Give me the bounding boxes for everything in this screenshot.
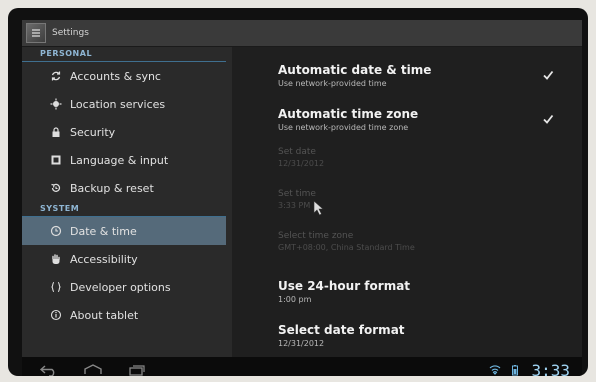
sidebar-item-label: Accounts & sync	[70, 69, 161, 83]
setting-summary: Use network-provided time zone	[278, 123, 409, 132]
mouse-pointer-icon	[313, 200, 324, 216]
setting-title: Use 24-hour format	[278, 279, 411, 293]
back-icon	[39, 365, 55, 376]
action-bar: Settings	[22, 20, 582, 47]
setting-summary: Use network-provided time	[278, 79, 387, 88]
setting-title: Set time	[278, 189, 316, 199]
back-button[interactable]	[32, 360, 66, 376]
settings-app-icon[interactable]	[26, 23, 46, 43]
date-time-settings-panel: Automatic date & time Use network-provid…	[232, 47, 582, 357]
wifi-icon	[490, 365, 501, 375]
sync-icon	[48, 68, 64, 84]
personal-section-header: PERSONAL	[22, 47, 226, 62]
automatic-date-time-checkbox[interactable]	[542, 69, 554, 81]
setting-summary: 12/31/2012	[278, 159, 325, 168]
automatic-time-zone-checkbox[interactable]	[542, 113, 554, 125]
system-section-header: SYSTEM	[22, 202, 226, 217]
recent-apps-button[interactable]	[120, 360, 154, 376]
sidebar-item-label: Accessibility	[70, 252, 138, 266]
sidebar-item-label: Location services	[70, 97, 166, 111]
recent-apps-icon	[129, 365, 145, 376]
sidebar-item-label: About tablet	[70, 308, 139, 322]
setting-summary: 1:00 pm	[278, 295, 312, 304]
sidebar-item-language-input[interactable]: Language & input	[22, 146, 232, 174]
setting-title: Select date format	[278, 323, 405, 337]
tablet-screen: Settings PERSONAL Accounts & sync Locati…	[8, 8, 588, 376]
info-icon	[48, 307, 64, 323]
sidebar-item-location-services[interactable]: Location services	[22, 90, 232, 118]
system-navigation-bar: 3:33	[22, 357, 582, 376]
setting-title: Select time zone	[278, 231, 354, 241]
hand-icon	[48, 251, 64, 267]
language-icon	[48, 152, 64, 168]
window-title: Settings	[52, 28, 89, 38]
setting-summary: GMT+08:00, China Standard Time	[278, 243, 415, 252]
sidebar-item-security[interactable]: Security	[22, 118, 232, 146]
setting-select-date-format[interactable]: Select date format 12/31/2012	[278, 323, 558, 348]
braces-icon	[48, 279, 64, 295]
lock-icon	[48, 124, 64, 140]
setting-automatic-date-time[interactable]: Automatic date & time Use network-provid…	[278, 63, 558, 88]
setting-title: Automatic time zone	[278, 107, 419, 121]
sidebar-item-accounts-sync[interactable]: Accounts & sync	[22, 62, 232, 90]
status-area[interactable]: 3:33	[481, 360, 570, 377]
setting-select-time-zone: Select time zone GMT+08:00, China Standa…	[278, 231, 558, 252]
settings-sidebar: PERSONAL Accounts & sync Location servic…	[22, 47, 232, 357]
sidebar-item-label: Backup & reset	[70, 181, 154, 195]
setting-set-date: Set date 12/31/2012	[278, 147, 558, 168]
sidebar-item-accessibility[interactable]: Accessibility	[22, 245, 232, 273]
status-clock: 3:33	[531, 360, 570, 377]
home-button[interactable]	[76, 360, 110, 376]
location-icon	[48, 96, 64, 112]
sidebar-item-backup-reset[interactable]: Backup & reset	[22, 174, 232, 202]
sidebar-item-label: Language & input	[70, 153, 169, 167]
clock-icon	[48, 223, 64, 239]
sidebar-item-date-time[interactable]: Date & time	[22, 217, 226, 245]
sidebar-item-about-tablet[interactable]: About tablet	[22, 301, 232, 329]
sidebar-item-label: Date & time	[70, 224, 137, 238]
sidebar-item-label: Developer options	[70, 280, 171, 294]
sidebar-item-label: Security	[70, 125, 116, 139]
backup-icon	[48, 180, 64, 196]
setting-use-24-hour-format[interactable]: Use 24-hour format 1:00 pm	[278, 279, 558, 304]
setting-title: Automatic date & time	[278, 63, 432, 77]
home-icon	[84, 364, 102, 374]
sidebar-item-developer-options[interactable]: Developer options	[22, 273, 232, 301]
setting-title: Set date	[278, 147, 316, 157]
battery-icon	[512, 365, 519, 376]
setting-automatic-time-zone[interactable]: Automatic time zone Use network-provided…	[278, 107, 558, 132]
setting-summary: 12/31/2012	[278, 339, 325, 348]
